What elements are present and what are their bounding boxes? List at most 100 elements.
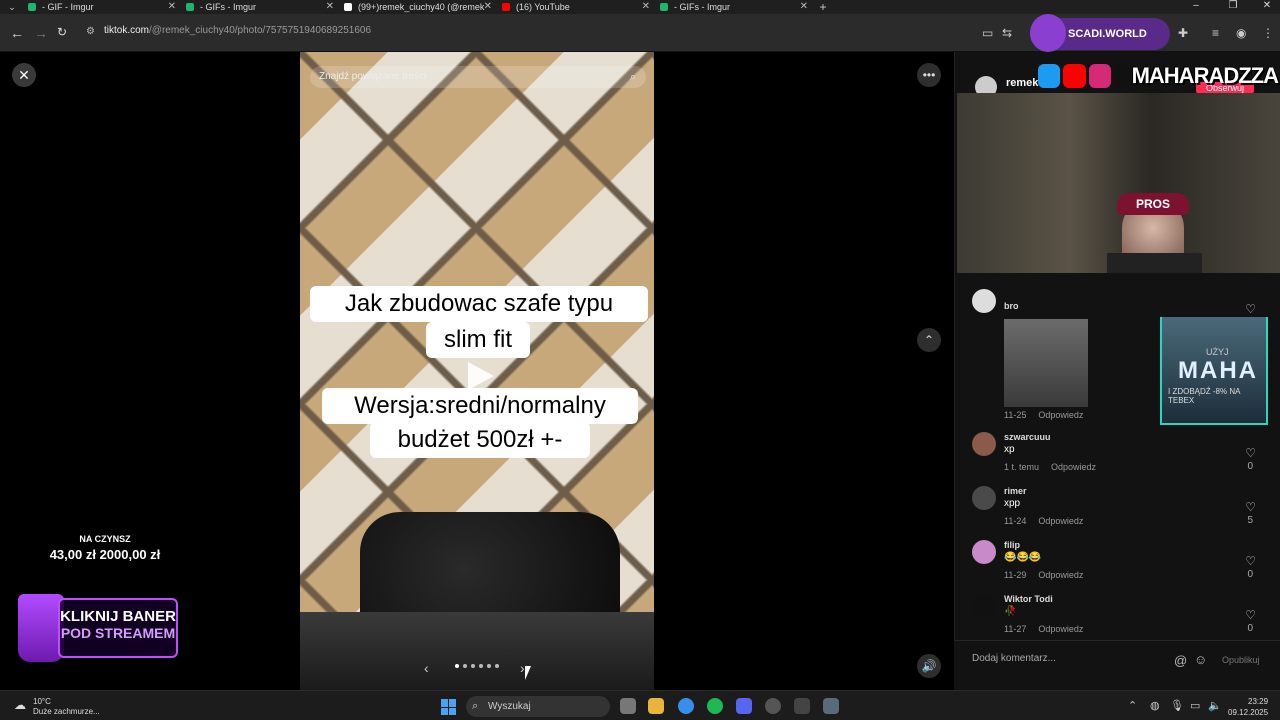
app-icon[interactable] (794, 698, 810, 714)
slide-dot[interactable] (463, 664, 467, 668)
post-comment-button[interactable]: Opublikuj (1222, 655, 1260, 665)
avatar[interactable] (972, 486, 996, 510)
twitter-icon (1038, 64, 1061, 88)
stream-banner: KLIKNIJ BANER POD STREAMEM (18, 588, 180, 666)
slide-dot[interactable] (471, 664, 475, 668)
obs-icon[interactable] (765, 698, 781, 714)
extensions-icon[interactable]: ✚ (1178, 26, 1188, 40)
ad-code-text: MAHA (1178, 357, 1258, 384)
taskbar-search[interactable]: ⌕ Wyszukaj (466, 696, 610, 717)
scroll-up-button[interactable]: ⌃ (917, 328, 941, 352)
minimize-button[interactable]: – (1185, 0, 1207, 14)
heart-icon[interactable]: ♡ (1245, 554, 1256, 568)
install-app-icon[interactable]: ▭ (982, 26, 993, 40)
browser-tab-1[interactable]: - GIF - Imgur ✕ (24, 0, 182, 14)
new-tab-button[interactable]: + (814, 0, 832, 14)
chrome-icon[interactable] (678, 698, 694, 714)
comment-input[interactable]: Dodaj komentarz... (972, 653, 1172, 664)
avatar[interactable] (972, 432, 996, 456)
volume-button[interactable]: 🔊 (917, 654, 941, 678)
heart-icon[interactable]: ♡ (1245, 500, 1256, 514)
slide-dot[interactable] (487, 664, 491, 668)
avatar[interactable] (972, 540, 996, 564)
start-button[interactable] (441, 699, 457, 715)
comment-image[interactable] (1004, 319, 1088, 407)
site-info-icon[interactable]: ⚙ (86, 26, 95, 37)
close-tab-icon[interactable]: ✕ (484, 1, 492, 12)
media-controls-icon[interactable]: ≡ (1212, 26, 1219, 40)
slide-dot[interactable] (495, 664, 499, 668)
tray-overflow-icon[interactable]: ⌃ (1128, 699, 1137, 712)
more-options-button[interactable]: ••• (917, 63, 941, 87)
comment-author[interactable]: bro (1004, 301, 1019, 311)
search-icon[interactable]: ⌕ (630, 66, 636, 88)
social-strip: MAHARADZZA (1038, 62, 1279, 90)
menu-icon[interactable]: ⋮ (1262, 26, 1274, 40)
jeans-lower (300, 612, 654, 690)
imgur-favicon-icon (28, 3, 36, 11)
tab-search-dropdown-icon[interactable]: ⌄ (0, 2, 24, 13)
close-tab-icon[interactable]: ✕ (326, 1, 334, 12)
streamer-name: MAHARADZZA (1131, 63, 1279, 88)
spotify-icon[interactable] (707, 698, 723, 714)
comment-date: 11-24 (1004, 516, 1027, 526)
emoji-icon[interactable]: ☺ (1194, 652, 1207, 667)
translate-icon[interactable]: ⇆ (1002, 26, 1012, 40)
profile-avatar[interactable]: ◉ (1236, 26, 1246, 40)
comment-author[interactable]: rimer (1004, 486, 1027, 496)
author-name[interactable]: remek (1006, 77, 1038, 89)
imgur-favicon-icon (186, 3, 194, 11)
reply-link[interactable]: Odpowiedz (1051, 462, 1096, 472)
url-host: tiktok.com (104, 25, 150, 36)
like-count: 0 (1247, 569, 1253, 580)
task-view-icon[interactable] (620, 698, 636, 714)
browser-tab-2[interactable]: - GIFs - Imgur ✕ (182, 0, 340, 14)
tray-app-icon[interactable]: ◍ (1150, 699, 1160, 712)
heart-icon[interactable]: ♡ (1245, 446, 1256, 460)
avatar[interactable] (972, 289, 996, 313)
file-explorer-icon[interactable] (648, 698, 664, 714)
related-search-input[interactable]: Znajdź powiązane treści ⌕ (310, 66, 646, 88)
comment-meta: 11-29 Odpowiedz (1004, 570, 1083, 580)
avatar[interactable] (972, 594, 996, 618)
close-post-button[interactable]: ✕ (12, 63, 36, 87)
brand-chip-text: SCADI.WORLD (1068, 28, 1147, 40)
settings-icon[interactable] (823, 698, 839, 714)
comment-meta: 11-27 Odpowiedz (1004, 624, 1083, 634)
heart-icon[interactable]: ♡ (1245, 302, 1256, 316)
url-field[interactable]: tiktok.com/@remek_ciuchy40/photo/7575751… (104, 25, 371, 36)
reply-link[interactable]: Odpowiedz (1038, 410, 1083, 420)
slide-dot[interactable] (455, 664, 459, 668)
reload-icon[interactable]: ↻ (57, 25, 67, 39)
reply-link[interactable]: Odpowiedz (1038, 624, 1083, 634)
browser-tab-3[interactable]: (99+)remek_ciuchy40 (@remek ✕ (340, 0, 498, 14)
microphone-icon[interactable]: 🎙 (1170, 699, 1184, 712)
window-close-button[interactable]: ✕ (1256, 0, 1278, 14)
close-tab-icon[interactable]: ✕ (168, 1, 176, 12)
volume-icon[interactable]: 🔈 (1208, 699, 1222, 712)
forward-icon[interactable]: → (34, 25, 48, 41)
clock[interactable]: 23:29 09.12.2025 (1228, 696, 1268, 718)
back-icon[interactable]: ← (10, 25, 24, 41)
heart-icon[interactable]: ♡ (1245, 608, 1256, 622)
maximize-button[interactable]: ❐ (1222, 0, 1244, 14)
play-icon[interactable] (468, 362, 494, 390)
slide-dot[interactable] (479, 664, 483, 668)
taskbar-search-label: Wyszukaj (488, 701, 531, 712)
like-count: 5 (1247, 515, 1253, 526)
display-icon[interactable]: ▭ (1190, 699, 1200, 712)
comment-author[interactable]: filip (1004, 540, 1020, 550)
next-slide-icon[interactable]: › (520, 660, 525, 676)
reply-link[interactable]: Odpowiedz (1038, 516, 1083, 526)
browser-tab-4[interactable]: (16) YouTube ✕ (498, 0, 656, 14)
browser-tab-5[interactable]: - GIFs - Imgur ✕ (656, 0, 814, 14)
comment-author[interactable]: Wiktor Todi (1004, 594, 1053, 604)
mention-icon[interactable]: @ (1174, 653, 1187, 668)
close-tab-icon[interactable]: ✕ (800, 1, 808, 12)
prev-slide-icon[interactable]: ‹ (424, 660, 429, 676)
comment-author[interactable]: szwarcuuu (1004, 432, 1051, 442)
close-tab-icon[interactable]: ✕ (642, 1, 650, 12)
like-count: 0 (1247, 461, 1253, 472)
discord-icon[interactable] (736, 698, 752, 714)
reply-link[interactable]: Odpowiedz (1038, 570, 1083, 580)
